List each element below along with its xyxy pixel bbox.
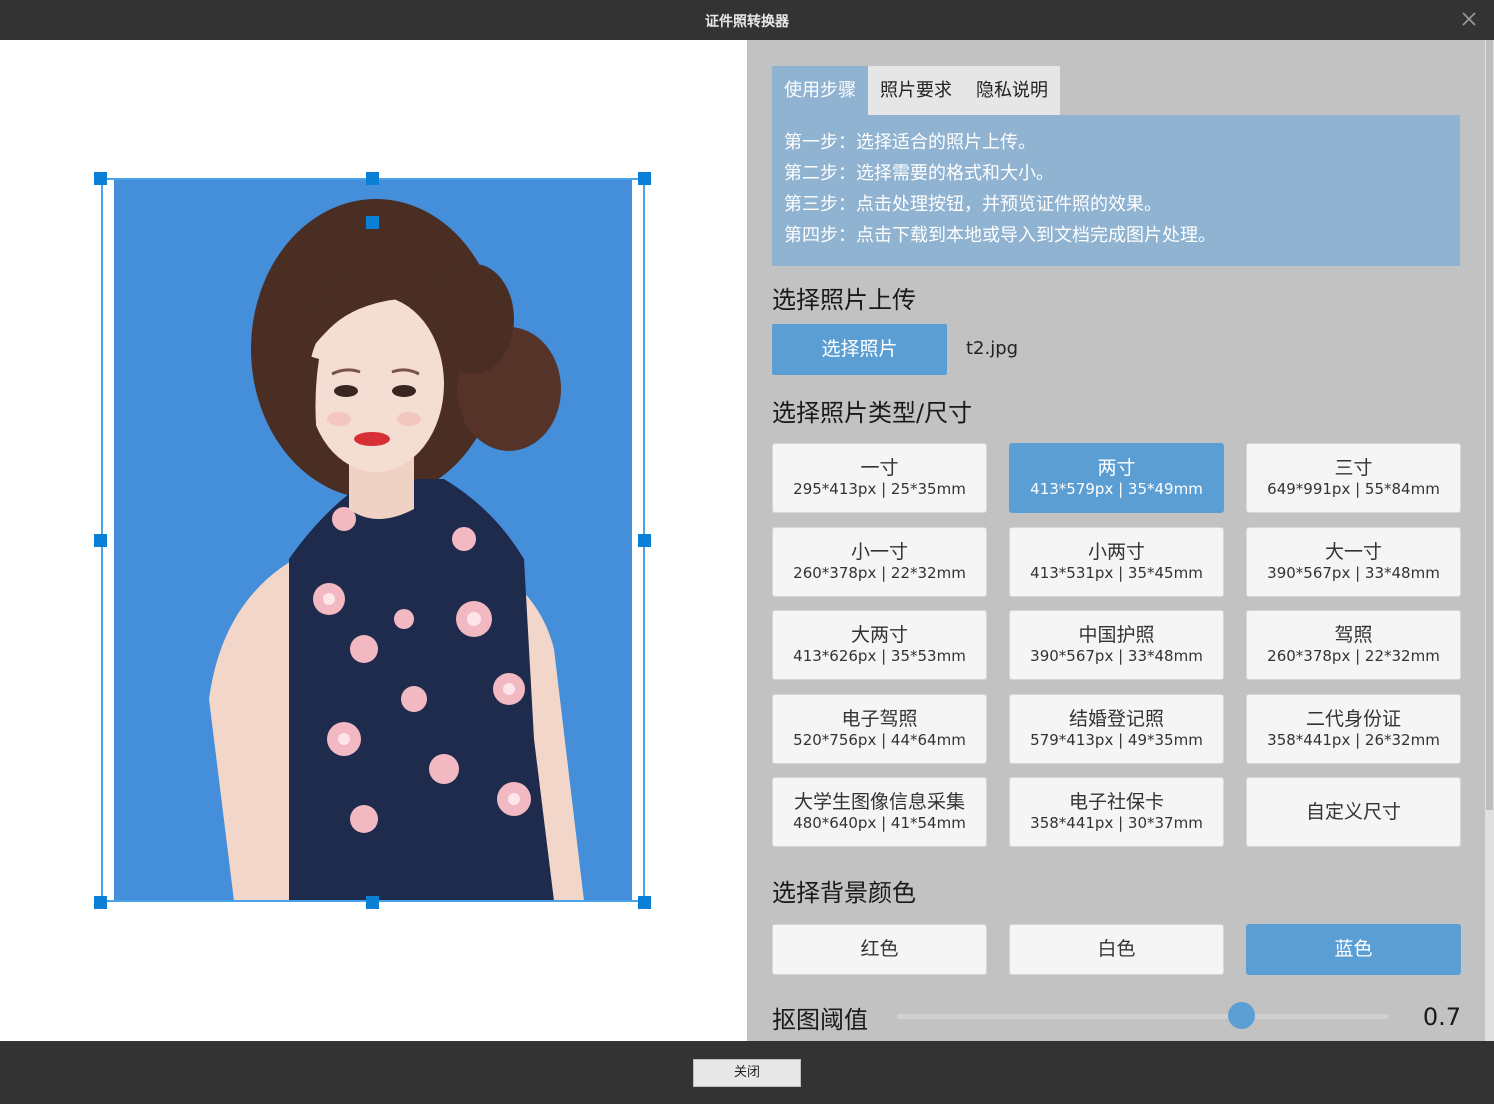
size-name: 结婚登记照 xyxy=(1068,708,1164,730)
size-dims: 413*626px | 35*53mm xyxy=(793,647,966,665)
close-button[interactable]: 关闭 xyxy=(693,1059,801,1087)
threshold-value: 0.7 xyxy=(1422,1003,1461,1031)
threshold-slider-track[interactable] xyxy=(897,1014,1389,1019)
size-dims: 413*579px | 35*49mm xyxy=(1030,480,1203,498)
crop-handle-inner-top[interactable] xyxy=(366,216,379,229)
close-icon[interactable] xyxy=(1456,6,1482,32)
upload-heading: 选择照片上传 xyxy=(772,286,916,314)
size-heading: 选择照片类型/尺寸 xyxy=(772,399,973,427)
bg-white-button[interactable]: 白色 xyxy=(1009,924,1224,975)
size-option-small-1inch[interactable]: 小一寸 260*378px | 22*32mm xyxy=(772,527,987,597)
step-2: 第二步：选择需要的格式和大小。 xyxy=(784,163,1054,184)
size-name: 自定义尺寸 xyxy=(1305,801,1401,823)
size-option-china-passport[interactable]: 中国护照 390*567px | 33*48mm xyxy=(1009,610,1224,680)
size-name: 一寸 xyxy=(860,457,899,479)
size-option-2inch[interactable]: 两寸 413*579px | 35*49mm xyxy=(1009,443,1224,513)
size-name: 大学生图像信息采集 xyxy=(793,791,965,813)
crop-handle-bottom-right[interactable] xyxy=(638,896,651,909)
bg-blue-button[interactable]: 蓝色 xyxy=(1246,924,1461,975)
step-3: 第三步：点击处理按钮，并预览证件照的效果。 xyxy=(784,194,1162,215)
title-bar: 证件照转换器 xyxy=(0,0,1494,40)
size-dims: 480*640px | 41*54mm xyxy=(793,814,966,832)
scrollbar-thumb[interactable] xyxy=(1486,40,1493,810)
size-option-1inch[interactable]: 一寸 295*413px | 25*35mm xyxy=(772,443,987,513)
background-heading: 选择背景颜色 xyxy=(772,879,916,907)
step-1: 第一步：选择适合的照片上传。 xyxy=(784,132,1036,153)
crop-handle-top-right[interactable] xyxy=(638,172,651,185)
size-name: 中国护照 xyxy=(1078,624,1155,646)
size-option-driver-license[interactable]: 驾照 260*378px | 22*32mm xyxy=(1246,610,1461,680)
size-dims: 390*567px | 33*48mm xyxy=(1030,647,1203,665)
footer-bar: 关闭 xyxy=(0,1041,1494,1104)
size-name: 两寸 xyxy=(1097,457,1136,479)
size-dims: 358*441px | 26*32mm xyxy=(1267,731,1440,749)
size-option-id-card[interactable]: 二代身份证 358*441px | 26*32mm xyxy=(1246,694,1461,764)
window-title: 证件照转换器 xyxy=(705,14,789,30)
size-dims: 649*991px | 55*84mm xyxy=(1267,480,1440,498)
threshold-label: 抠图阈值 xyxy=(772,1006,868,1034)
steps-panel: 第一步：选择适合的照片上传。 第二步：选择需要的格式和大小。 第三步：点击处理按… xyxy=(772,115,1460,266)
size-option-marriage[interactable]: 结婚登记照 579*413px | 49*35mm xyxy=(1009,694,1224,764)
crop-handle-bottom-left[interactable] xyxy=(94,896,107,909)
crop-handle-bottom[interactable] xyxy=(366,896,379,909)
tab-bar: 使用步骤 照片要求 隐私说明 xyxy=(772,66,1060,115)
size-option-small-2inch[interactable]: 小两寸 413*531px | 35*45mm xyxy=(1009,527,1224,597)
crop-handle-left[interactable] xyxy=(94,534,107,547)
step-4: 第四步：点击下载到本地或导入到文档完成图片处理。 xyxy=(784,225,1216,246)
size-option-large-2inch[interactable]: 大两寸 413*626px | 35*53mm xyxy=(772,610,987,680)
size-name: 小两寸 xyxy=(1087,541,1145,563)
size-name: 大一寸 xyxy=(1324,541,1382,563)
size-dims: 260*378px | 22*32mm xyxy=(793,564,966,582)
threshold-slider-thumb[interactable] xyxy=(1227,1002,1255,1029)
size-option-large-1inch[interactable]: 大一寸 390*567px | 33*48mm xyxy=(1246,527,1461,597)
crop-frame[interactable] xyxy=(101,178,645,902)
size-option-student-info[interactable]: 大学生图像信息采集 480*640px | 41*54mm xyxy=(772,777,987,847)
size-option-custom[interactable]: 自定义尺寸 xyxy=(1246,777,1461,847)
crop-handle-top[interactable] xyxy=(366,172,379,185)
threshold-slider-fill xyxy=(897,1014,1242,1019)
size-dims: 413*531px | 35*45mm xyxy=(1030,564,1203,582)
size-name: 小一寸 xyxy=(850,541,908,563)
size-option-3inch[interactable]: 三寸 649*991px | 55*84mm xyxy=(1246,443,1461,513)
size-name: 电子社保卡 xyxy=(1068,791,1164,813)
crop-handle-top-left[interactable] xyxy=(94,172,107,185)
size-option-e-driver-license[interactable]: 电子驾照 520*756px | 44*64mm xyxy=(772,694,987,764)
tab-steps[interactable]: 使用步骤 xyxy=(772,66,868,115)
size-name: 驾照 xyxy=(1334,624,1373,646)
tab-photo-requirements[interactable]: 照片要求 xyxy=(868,66,964,115)
size-name: 大两寸 xyxy=(850,624,908,646)
selected-filename: t2.jpg xyxy=(966,338,1019,359)
bg-red-button[interactable]: 红色 xyxy=(772,924,987,975)
size-option-social-security-card[interactable]: 电子社保卡 358*441px | 30*37mm xyxy=(1009,777,1224,847)
size-dims: 295*413px | 25*35mm xyxy=(793,480,966,498)
choose-photo-button[interactable]: 选择照片 xyxy=(772,324,947,375)
size-name: 三寸 xyxy=(1334,457,1373,479)
size-dims: 390*567px | 33*48mm xyxy=(1267,564,1440,582)
size-dims: 579*413px | 49*35mm xyxy=(1030,731,1203,749)
size-dims: 358*441px | 30*37mm xyxy=(1030,814,1203,832)
crop-handle-right[interactable] xyxy=(638,534,651,547)
preview-pane xyxy=(0,40,747,1041)
size-name: 电子驾照 xyxy=(841,708,918,730)
settings-scrollbar[interactable] xyxy=(1485,40,1494,1041)
settings-pane: 使用步骤 照片要求 隐私说明 第一步：选择适合的照片上传。 第二步：选择需要的格… xyxy=(747,40,1485,1041)
tab-privacy[interactable]: 隐私说明 xyxy=(964,66,1060,115)
size-name: 二代身份证 xyxy=(1305,708,1401,730)
size-dims: 520*756px | 44*64mm xyxy=(793,731,966,749)
size-dims: 260*378px | 22*32mm xyxy=(1267,647,1440,665)
